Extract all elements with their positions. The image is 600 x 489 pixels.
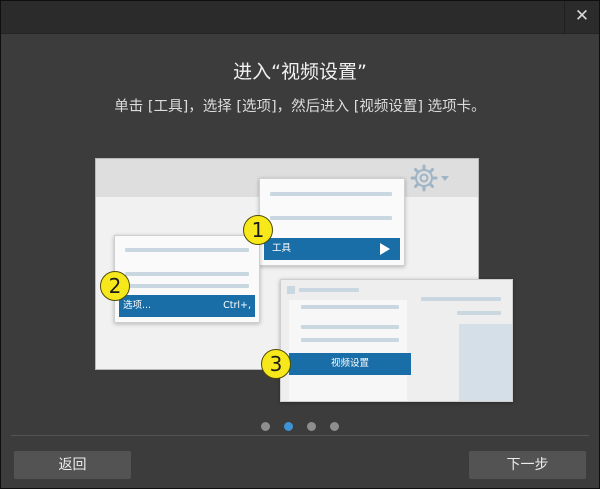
footer-divider: [11, 435, 589, 436]
back-button[interactable]: 返回: [14, 451, 131, 479]
step-badge-2: 2: [100, 271, 130, 301]
wizard-dialog: ✕ 进入“视频设置” 单击 [工具]，选择 [选项]，然后进入 [视频设置] 选…: [0, 0, 600, 489]
gear-icon: [410, 164, 449, 192]
options-menu-item: 选项... Ctrl+,: [119, 295, 255, 317]
close-icon: ✕: [574, 6, 590, 26]
video-settings-label: 视频设置: [330, 358, 369, 369]
next-button[interactable]: 下一步: [469, 451, 586, 479]
title-bar: ✕: [1, 1, 599, 34]
options-menu-mockup: 选项... Ctrl+,: [114, 235, 260, 323]
tools-menu-item: 工具: [264, 238, 400, 260]
step-title: 进入“视频设置”: [233, 61, 367, 83]
step-badge-1: 1: [243, 215, 273, 245]
tools-menu-label: 工具: [272, 243, 292, 254]
page-dot-4[interactable]: [330, 422, 339, 431]
step-instruction: 单击 [工具]，选择 [选项]，然后进入 [视频设置] 选项卡。: [114, 99, 486, 115]
settings-window-mockup: 视频设置: [280, 279, 513, 402]
dropdown-caret-icon: [441, 176, 449, 181]
options-shortcut: Ctrl+,: [223, 300, 251, 311]
video-settings-tab: 视频设置: [289, 353, 411, 375]
pagination-dots: [1, 416, 599, 431]
page-dot-1[interactable]: [261, 422, 270, 431]
step-badge-3: 3: [261, 349, 291, 379]
close-button[interactable]: ✕: [564, 1, 599, 33]
page-dot-3[interactable]: [307, 422, 316, 431]
options-menu-label: 选项...: [123, 300, 152, 311]
instruction-illustration: 工具 选项... Ctrl+, 视频设置 1 2 3: [95, 158, 513, 402]
page-dot-2[interactable]: [284, 422, 293, 431]
tools-menu-mockup: 工具: [259, 178, 405, 266]
play-icon: [380, 243, 390, 255]
